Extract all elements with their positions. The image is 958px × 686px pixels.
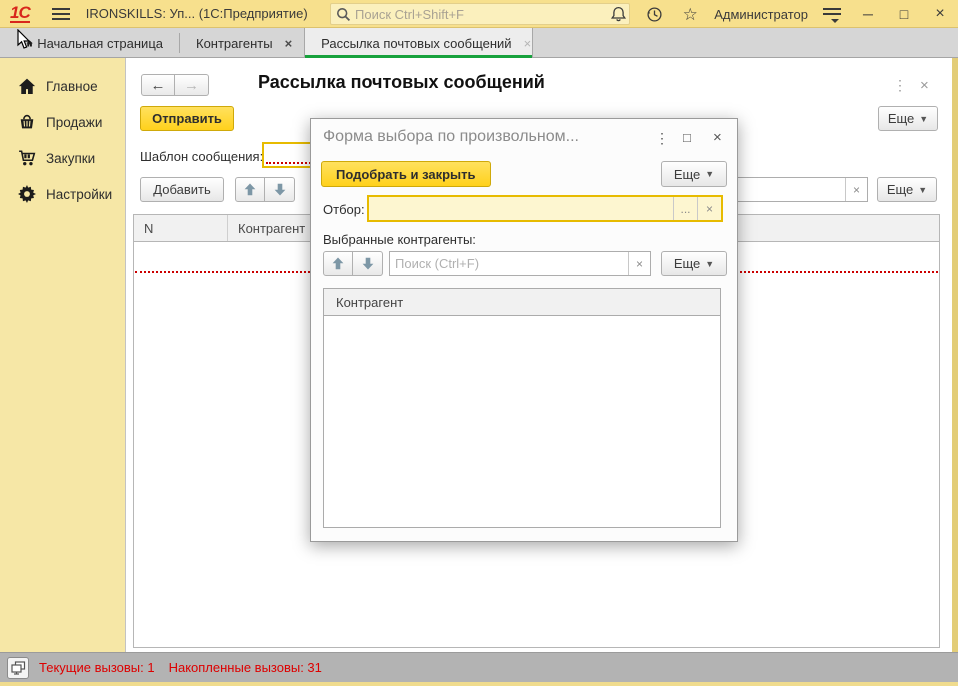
choose-ellipsis-button[interactable]: ... bbox=[673, 197, 697, 220]
app-window: 1С IRONSKILLS: Уп... (1С:Предприятие) ☆ … bbox=[0, 0, 958, 686]
status-bar: Текущие вызовы: 1 Накопленные вызовы: 31 bbox=[0, 652, 958, 682]
history-nav-group: ← → bbox=[141, 74, 209, 96]
tab-home[interactable]: Начальная страница bbox=[0, 28, 179, 58]
clear-search-icon[interactable]: × bbox=[628, 252, 650, 275]
search-icon bbox=[336, 7, 351, 22]
title-bar: 1С IRONSKILLS: Уп... (1С:Предприятие) ☆ … bbox=[0, 0, 958, 28]
form-menu-kebab-icon[interactable]: ⋮ bbox=[893, 77, 907, 94]
chevron-down-icon: ▼ bbox=[705, 169, 714, 179]
dialog-search-input[interactable] bbox=[390, 252, 628, 275]
cart-icon bbox=[17, 148, 37, 168]
sidebar-item-main[interactable]: Главное bbox=[0, 68, 125, 104]
dialog-more-button-top[interactable]: Еще▼ bbox=[661, 161, 727, 187]
add-button[interactable]: Добавить bbox=[140, 177, 224, 202]
tab-close-icon[interactable]: × bbox=[524, 36, 532, 51]
arrow-down-icon bbox=[274, 183, 286, 196]
global-search[interactable] bbox=[330, 3, 630, 25]
sidebar-item-label: Продажи bbox=[46, 115, 102, 130]
history-icon[interactable] bbox=[636, 0, 672, 28]
sidebar-item-sales[interactable]: Продажи bbox=[0, 104, 125, 140]
dialog-search-field: × bbox=[389, 251, 651, 276]
arrow-down-icon bbox=[362, 257, 374, 270]
sidebar-item-label: Настройки bbox=[46, 187, 112, 202]
1c-logo-icon: 1С bbox=[10, 5, 30, 23]
tab-close-icon[interactable]: × bbox=[285, 36, 293, 51]
app-title: IRONSKILLS: Уп... (1С:Предприятие) bbox=[86, 6, 308, 21]
dialog-move-up-button[interactable] bbox=[323, 251, 353, 276]
global-search-input[interactable] bbox=[351, 7, 629, 22]
maximize-button[interactable]: □ bbox=[886, 0, 922, 28]
minimize-button[interactable]: ─ bbox=[850, 0, 886, 28]
selection-form-dialog: Форма выбора по произвольном... ⋮ □ × По… bbox=[310, 118, 738, 542]
server-calls-icon[interactable] bbox=[7, 657, 29, 679]
page-title: Рассылка почтовых сообщений bbox=[258, 72, 545, 93]
tab-counterparties[interactable]: Контрагенты × bbox=[180, 28, 304, 58]
filter-label: Отбор: bbox=[323, 202, 365, 217]
column-header-n[interactable]: N bbox=[134, 215, 228, 241]
favorites-star-icon[interactable]: ☆ bbox=[672, 0, 708, 28]
sidebar: Главное Продажи Закупки Настройки bbox=[0, 58, 125, 652]
dialog-move-row-group bbox=[323, 251, 383, 276]
chevron-down-icon: ▼ bbox=[919, 114, 928, 124]
arrow-up-icon bbox=[332, 257, 344, 270]
tab-label: Рассылка почтовых сообщений bbox=[321, 36, 511, 51]
tab-mailing[interactable]: Рассылка почтовых сообщений × bbox=[304, 28, 533, 58]
clear-filter-icon[interactable]: × bbox=[697, 197, 721, 220]
form-close-icon[interactable]: × bbox=[920, 77, 929, 94]
gear-icon bbox=[17, 184, 37, 204]
arrow-up-icon bbox=[244, 183, 256, 196]
dialog-menu-kebab-icon[interactable]: ⋮ bbox=[655, 130, 669, 147]
window-right-frame bbox=[952, 58, 958, 652]
more-button-top[interactable]: Еще▼ bbox=[878, 106, 938, 131]
tab-label: Начальная страница bbox=[37, 36, 163, 51]
sidebar-item-label: Главное bbox=[46, 79, 98, 94]
sidebar-item-label: Закупки bbox=[46, 151, 95, 166]
selected-counterparties-label: Выбранные контрагенты: bbox=[323, 232, 476, 247]
current-user[interactable]: Администратор bbox=[708, 7, 814, 22]
sidebar-item-purchases[interactable]: Закупки bbox=[0, 140, 125, 176]
move-row-group bbox=[235, 177, 295, 202]
tab-bar: Начальная страница Контрагенты × Рассылк… bbox=[0, 28, 958, 58]
home-icon bbox=[26, 36, 33, 51]
user-menu-icon[interactable] bbox=[814, 0, 850, 28]
move-down-button[interactable] bbox=[265, 177, 295, 202]
clear-search-icon[interactable]: × bbox=[845, 178, 867, 201]
home-icon bbox=[17, 76, 37, 96]
forward-button[interactable]: → bbox=[175, 74, 209, 96]
tab-label: Контрагенты bbox=[196, 36, 273, 51]
window-bottom-frame bbox=[0, 682, 958, 686]
move-up-button[interactable] bbox=[235, 177, 265, 202]
column-header-counterparty[interactable]: Контрагент bbox=[324, 289, 720, 316]
close-window-button[interactable]: × bbox=[922, 0, 958, 28]
dialog-more-button-list[interactable]: Еще▼ bbox=[661, 251, 727, 276]
pick-and-close-button[interactable]: Подобрать и закрыть bbox=[321, 161, 491, 187]
sidebar-item-settings[interactable]: Настройки bbox=[0, 176, 125, 212]
current-calls-status: Текущие вызовы: 1 bbox=[39, 660, 155, 675]
template-label: Шаблон сообщения: bbox=[140, 149, 263, 164]
dialog-move-down-button[interactable] bbox=[353, 251, 383, 276]
chevron-down-icon: ▼ bbox=[705, 259, 714, 269]
dialog-close-icon[interactable]: × bbox=[713, 129, 722, 146]
basket-icon bbox=[17, 112, 37, 132]
selected-counterparties-table: Контрагент bbox=[323, 288, 721, 528]
chevron-down-icon: ▼ bbox=[918, 185, 927, 195]
send-button[interactable]: Отправить bbox=[140, 106, 234, 131]
more-button-table[interactable]: Еще▼ bbox=[877, 177, 937, 202]
main-menu-icon[interactable] bbox=[52, 8, 70, 20]
filter-field[interactable]: ... × bbox=[367, 195, 723, 222]
back-button[interactable]: ← bbox=[141, 74, 175, 96]
accumulated-calls-status: Накопленные вызовы: 31 bbox=[169, 660, 322, 675]
dialog-maximize-icon[interactable]: □ bbox=[683, 130, 691, 145]
dialog-title: Форма выбора по произвольном... bbox=[323, 128, 579, 146]
notifications-bell-icon[interactable] bbox=[600, 0, 636, 28]
